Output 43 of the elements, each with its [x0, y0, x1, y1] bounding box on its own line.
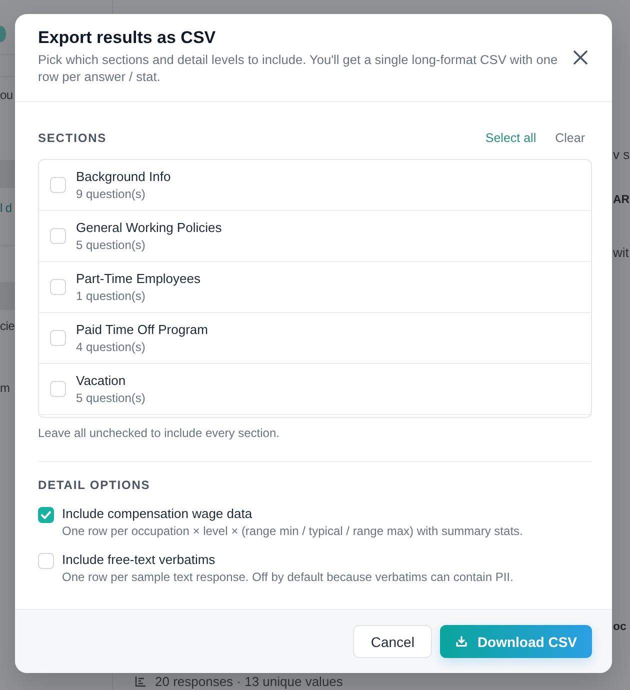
checkbox[interactable]: [50, 177, 66, 193]
sidebar-text: cie: [0, 318, 14, 334]
section-name[interactable]: Part-Time Employees: [76, 270, 200, 288]
question-count: 1 question(s): [76, 288, 146, 304]
bar-chart-icon: [135, 676, 146, 687]
sections-hint: Leave all unchecked to include every section.: [38, 425, 280, 441]
dialog-title: Export results as CSV: [38, 28, 217, 48]
download-icon: [456, 636, 468, 647]
section-name[interactable]: Paid Time Off Program: [76, 320, 208, 338]
close-button[interactable]: [573, 50, 588, 65]
option-label[interactable]: Include free-text verbatims: [62, 551, 514, 569]
select-all-link[interactable]: Select all: [485, 130, 536, 146]
sidebar-text: ou: [0, 87, 13, 103]
question-count: 5 question(s): [76, 236, 146, 252]
checkbox[interactable]: [50, 228, 66, 244]
checkbox[interactable]: [50, 330, 66, 346]
section-name[interactable]: Vacation: [76, 372, 146, 390]
question-count: 4 question(s): [76, 338, 146, 354]
logo-icon: [0, 26, 6, 42]
section-name[interactable]: General Working Policies: [76, 218, 222, 236]
content-heading: oc: [613, 620, 626, 635]
question-count: 5 question(s): [76, 390, 146, 406]
checkbox[interactable]: [38, 553, 54, 569]
content-text: wit: [613, 245, 629, 261]
close-icon: [573, 50, 588, 65]
checkbox[interactable]: [50, 381, 66, 397]
sidebar-text: m: [0, 380, 10, 396]
content-heading: AR: [613, 193, 630, 208]
question-count: 9 question(s): [76, 186, 146, 202]
check-icon: [41, 511, 51, 519]
response-summary: 20 responses · 13 unique values: [155, 674, 343, 689]
clear-link[interactable]: Clear: [555, 130, 585, 146]
checkbox[interactable]: [50, 279, 66, 295]
dialog-description: Pick which sections and detail levels to include. You'll get a single long-format CSV with one row per answer / stat.: [38, 51, 559, 85]
content-text: v s: [613, 147, 630, 163]
sections-heading: SECTIONS: [38, 130, 107, 146]
section-name[interactable]: Background Info: [76, 168, 171, 186]
cancel-button[interactable]: Cancel: [352, 625, 432, 658]
option-description: One row per sample text response. Off by default because verbatims can contain PII.: [62, 569, 514, 585]
checkbox[interactable]: [38, 507, 54, 523]
option-description: One row per occupation × level × (range min / typical / range max) with summary stats.: [62, 523, 523, 539]
detail-options-heading: DETAIL OPTIONS: [38, 477, 152, 493]
option-label[interactable]: Include compensation wage data: [62, 505, 523, 523]
